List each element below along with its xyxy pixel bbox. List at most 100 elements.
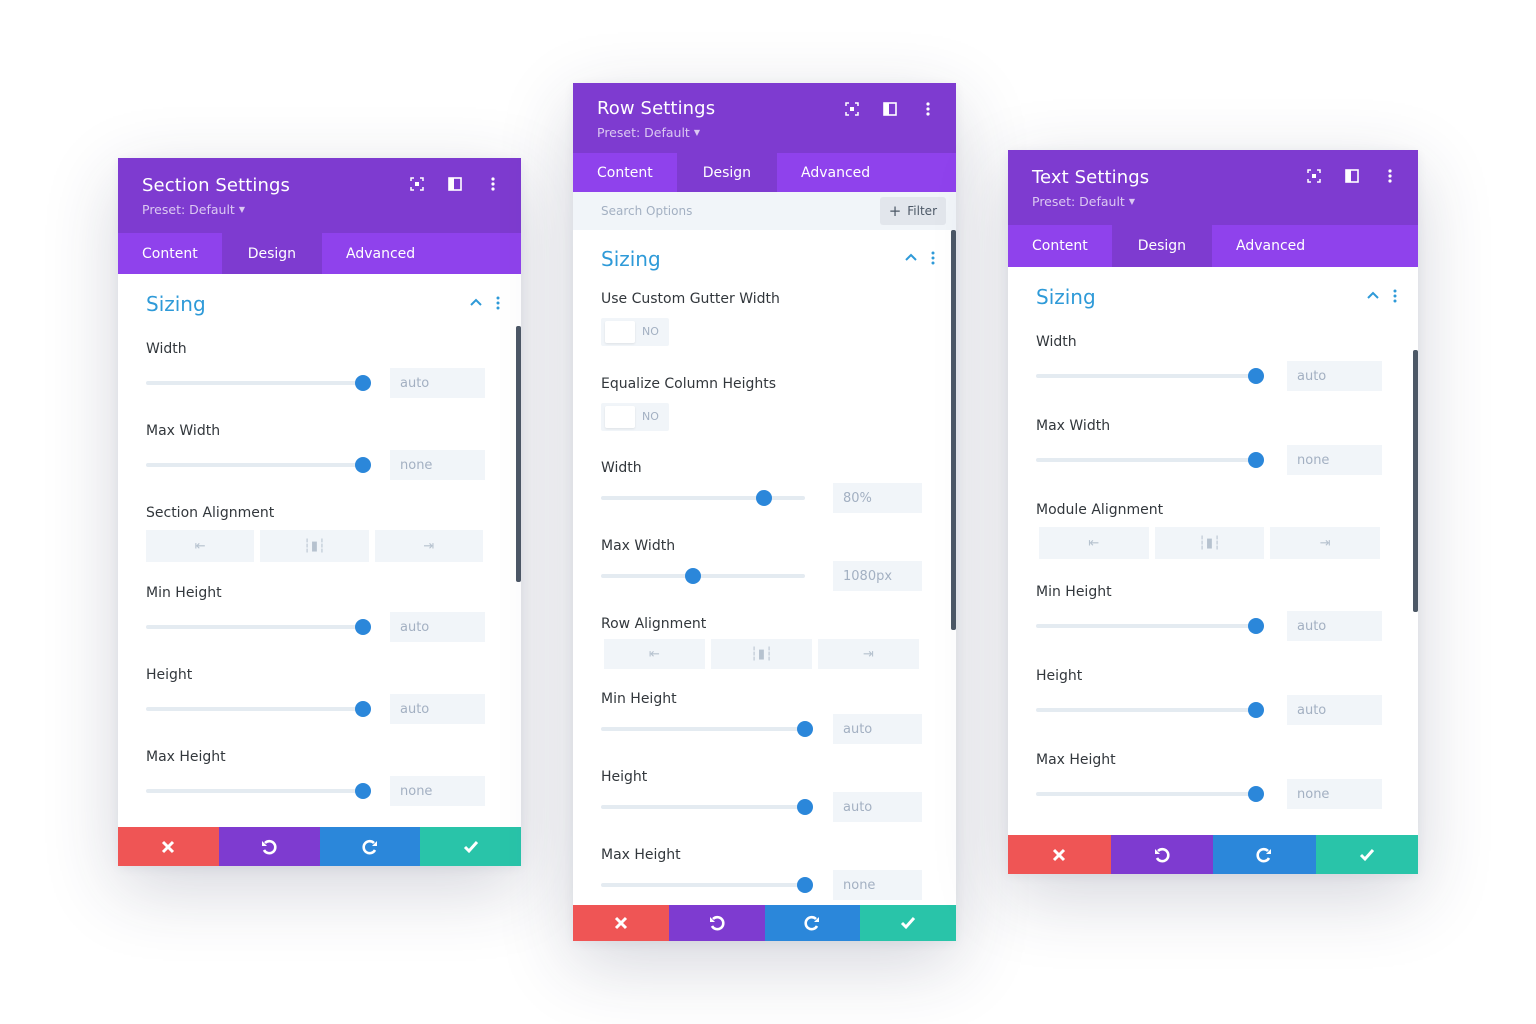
align-left-button[interactable]: ⇤ bbox=[604, 639, 705, 669]
slider-track[interactable] bbox=[146, 707, 363, 711]
slider-knob[interactable] bbox=[355, 619, 371, 635]
value-input[interactable]: auto bbox=[1287, 361, 1382, 391]
save-button[interactable] bbox=[860, 905, 956, 941]
value-input[interactable]: none bbox=[390, 776, 485, 806]
discard-button[interactable] bbox=[118, 827, 219, 866]
gutter-toggle[interactable]: NO bbox=[601, 318, 669, 346]
align-left-button[interactable]: ⇤ bbox=[1039, 527, 1149, 559]
split-view-icon[interactable] bbox=[1344, 168, 1360, 184]
slider-track[interactable] bbox=[601, 496, 805, 500]
tab-advanced[interactable]: Advanced bbox=[777, 153, 894, 192]
slider-track[interactable] bbox=[1036, 624, 1256, 628]
value-input[interactable]: none bbox=[1287, 445, 1382, 475]
slider-track[interactable] bbox=[1036, 708, 1256, 712]
group-more-icon[interactable] bbox=[930, 250, 936, 269]
value-input[interactable]: none bbox=[1287, 779, 1382, 809]
group-more-icon[interactable] bbox=[495, 295, 501, 314]
value-input[interactable]: auto bbox=[390, 368, 485, 398]
value-input[interactable]: 1080px bbox=[833, 561, 922, 591]
tab-content[interactable]: Content bbox=[1008, 225, 1112, 267]
value-input[interactable]: auto bbox=[1287, 611, 1382, 641]
chevron-up-icon[interactable] bbox=[1366, 288, 1380, 307]
align-right-button[interactable]: ⇥ bbox=[818, 639, 919, 669]
redo-button[interactable] bbox=[319, 827, 421, 866]
slider-knob[interactable] bbox=[797, 721, 813, 737]
tab-design[interactable]: Design bbox=[221, 233, 323, 274]
align-center-button[interactable]: ┆▮┆ bbox=[1154, 527, 1265, 559]
value-input[interactable]: auto bbox=[1287, 695, 1382, 725]
slider-track[interactable] bbox=[601, 574, 805, 578]
discard-button[interactable] bbox=[573, 905, 669, 941]
more-options-icon[interactable] bbox=[920, 101, 936, 117]
preset-selector[interactable]: Preset: Default ▼ bbox=[597, 125, 956, 140]
tab-advanced[interactable]: Advanced bbox=[322, 233, 439, 274]
save-button[interactable] bbox=[1315, 835, 1418, 874]
slider-track[interactable] bbox=[1036, 374, 1256, 378]
slider-knob[interactable] bbox=[355, 375, 371, 391]
slider-knob[interactable] bbox=[1248, 368, 1264, 384]
fullscreen-icon[interactable] bbox=[409, 176, 425, 192]
save-button[interactable] bbox=[420, 827, 521, 866]
discard-button[interactable] bbox=[1008, 835, 1111, 874]
more-options-icon[interactable] bbox=[485, 176, 501, 192]
slider-track[interactable] bbox=[1036, 458, 1256, 462]
slider-knob[interactable] bbox=[1248, 452, 1264, 468]
slider-track[interactable] bbox=[601, 727, 805, 731]
align-right-button[interactable]: ⇥ bbox=[1270, 527, 1381, 559]
tab-advanced[interactable]: Advanced bbox=[1212, 225, 1329, 267]
slider-knob[interactable] bbox=[797, 877, 813, 893]
value-input[interactable]: none bbox=[833, 870, 922, 900]
group-more-icon[interactable] bbox=[1392, 288, 1398, 307]
sizing-group-header[interactable]: Sizing bbox=[1036, 267, 1418, 327]
align-center-button[interactable]: ┆▮┆ bbox=[711, 639, 812, 669]
value-input[interactable]: auto bbox=[833, 792, 922, 822]
slider-track[interactable] bbox=[601, 805, 805, 809]
fullscreen-icon[interactable] bbox=[1306, 168, 1322, 184]
value-input[interactable]: 80% bbox=[833, 483, 922, 513]
slider-knob[interactable] bbox=[1248, 618, 1264, 634]
slider-knob[interactable] bbox=[355, 783, 371, 799]
split-view-icon[interactable] bbox=[882, 101, 898, 117]
align-center-button[interactable]: ┆▮┆ bbox=[260, 530, 369, 562]
undo-button[interactable] bbox=[1110, 835, 1213, 874]
equalize-toggle[interactable]: NO bbox=[601, 403, 669, 431]
align-left-button[interactable]: ⇤ bbox=[146, 530, 255, 562]
preset-selector[interactable]: Preset: Default ▼ bbox=[1032, 194, 1418, 209]
value-input[interactable]: none bbox=[390, 450, 485, 480]
slider-knob[interactable] bbox=[1248, 786, 1264, 802]
slider-knob[interactable] bbox=[355, 457, 371, 473]
tab-content[interactable]: Content bbox=[573, 153, 677, 192]
sizing-group-header[interactable]: Sizing bbox=[146, 274, 521, 334]
slider-knob[interactable] bbox=[355, 701, 371, 717]
slider-track[interactable] bbox=[146, 789, 363, 793]
undo-button[interactable] bbox=[218, 827, 320, 866]
filter-button[interactable]: + Filter bbox=[879, 197, 946, 225]
slider-track[interactable] bbox=[1036, 792, 1256, 796]
fullscreen-icon[interactable] bbox=[844, 101, 860, 117]
slider-track[interactable] bbox=[146, 463, 363, 467]
value-input[interactable]: auto bbox=[390, 694, 485, 724]
split-view-icon[interactable] bbox=[447, 176, 463, 192]
slider-track[interactable] bbox=[146, 625, 363, 629]
slider-knob[interactable] bbox=[756, 490, 773, 506]
redo-button[interactable] bbox=[764, 905, 861, 941]
chevron-up-icon[interactable] bbox=[469, 295, 483, 314]
sizing-group-header[interactable]: Sizing bbox=[601, 230, 956, 288]
slider-knob[interactable] bbox=[797, 799, 813, 815]
preset-selector[interactable]: Preset: Default ▼ bbox=[142, 202, 521, 217]
search-input[interactable]: Search Options bbox=[601, 204, 692, 218]
slider-track[interactable] bbox=[146, 381, 363, 385]
value-input[interactable]: auto bbox=[390, 612, 485, 642]
redo-button[interactable] bbox=[1213, 835, 1316, 874]
slider-track[interactable] bbox=[601, 883, 805, 887]
slider-knob[interactable] bbox=[684, 568, 701, 584]
more-options-icon[interactable] bbox=[1382, 168, 1398, 184]
slider-knob[interactable] bbox=[1248, 702, 1264, 718]
chevron-up-icon[interactable] bbox=[904, 250, 918, 269]
value-input[interactable]: auto bbox=[833, 714, 922, 744]
undo-button[interactable] bbox=[668, 905, 765, 941]
tab-content[interactable]: Content bbox=[118, 233, 222, 274]
align-right-button[interactable]: ⇥ bbox=[374, 530, 483, 562]
tab-design[interactable]: Design bbox=[1111, 225, 1213, 267]
tab-design[interactable]: Design bbox=[676, 153, 778, 192]
